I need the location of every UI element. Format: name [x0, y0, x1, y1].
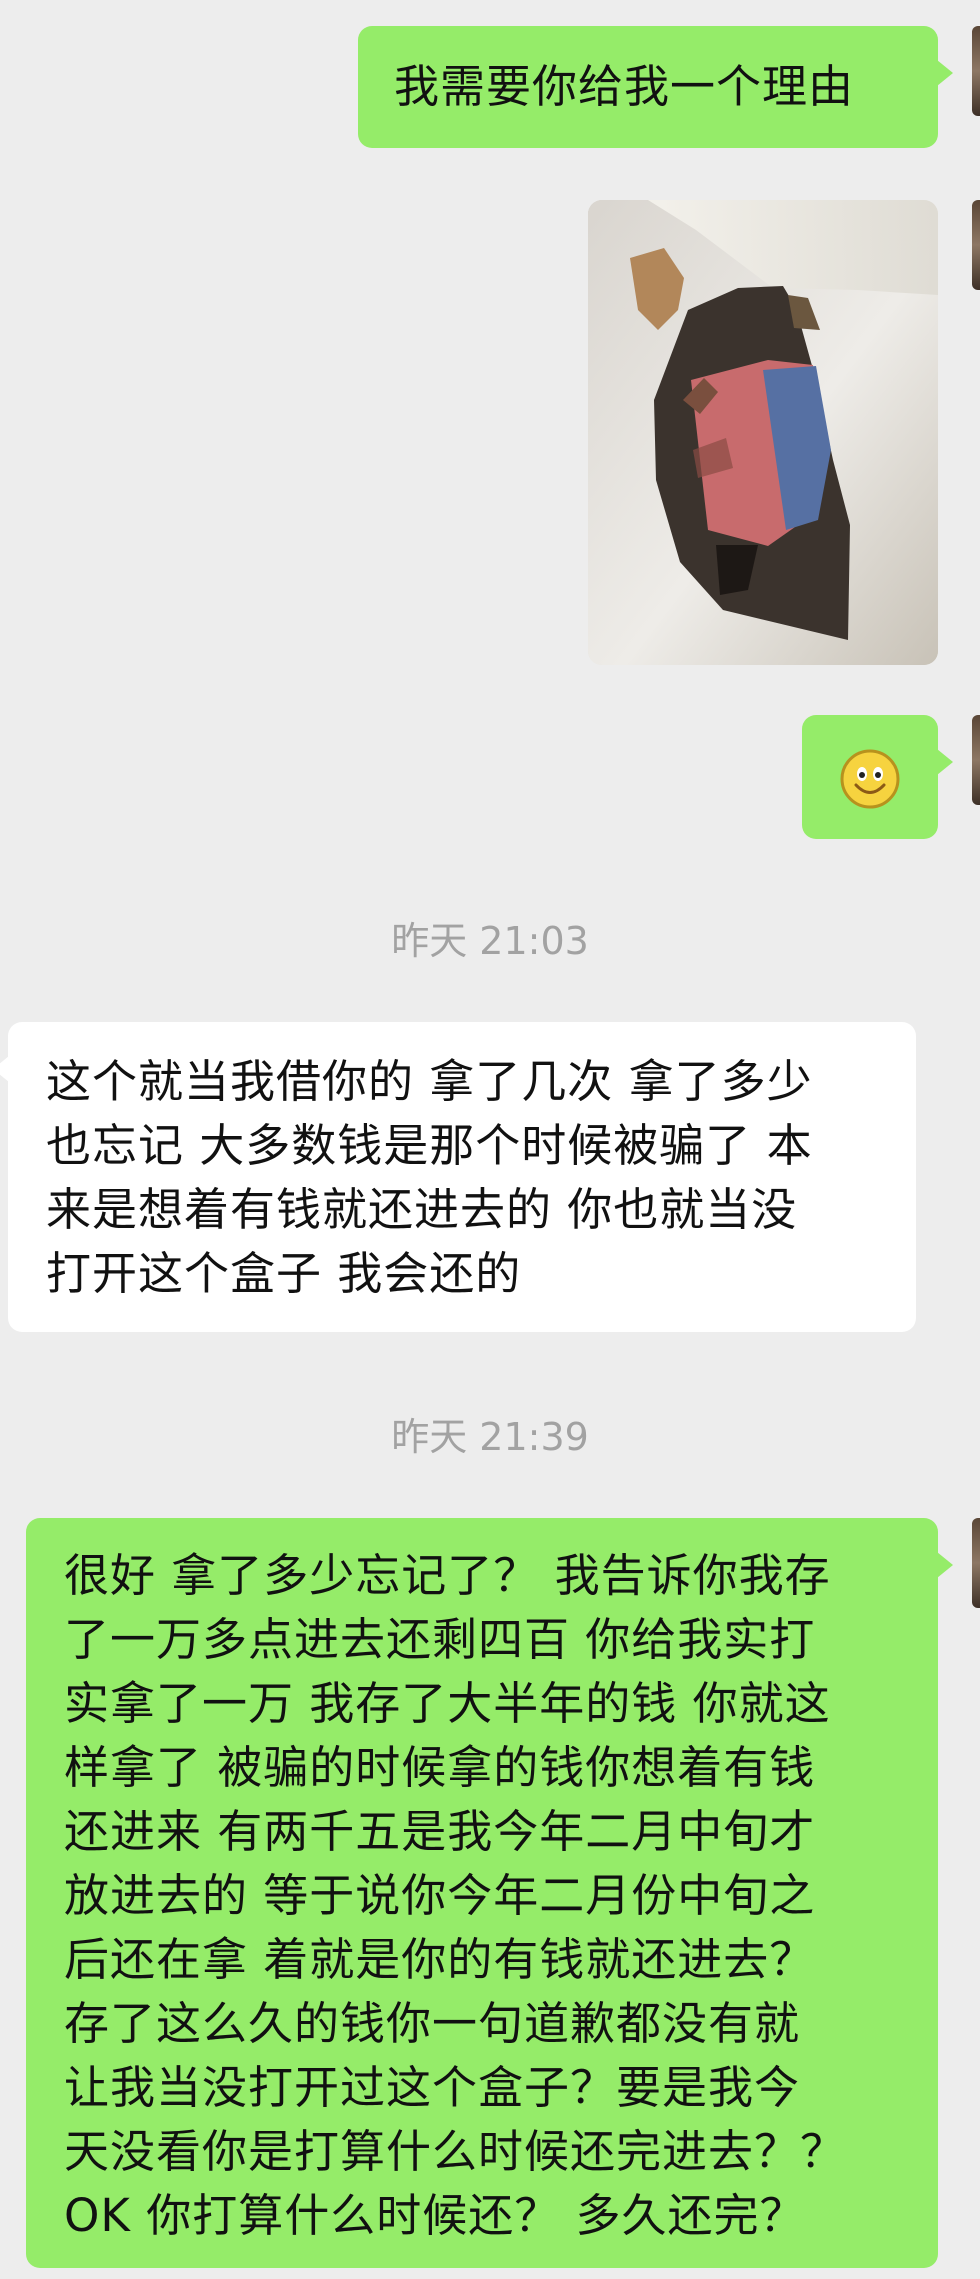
message-line: OK 你打算什么时候还？ 多久还完？: [64, 2189, 806, 2242]
message-line: 放进去的 等于说你今年二月份中旬之: [64, 1869, 816, 1922]
emoji-message[interactable]: [802, 715, 953, 839]
message-line: 让我当没打开过这个盒子？要是我今: [64, 2061, 801, 2114]
message-text: 我需要你给我一个理由: [394, 60, 855, 113]
outgoing-text-bubble[interactable]: 我需要你给我一个理由: [358, 26, 953, 148]
timestamp: 昨天 21:03: [391, 919, 589, 963]
incoming-text-bubble[interactable]: 这个就当我借你的 拿了几次 拿了多少 也忘记 大多数钱是那个时候被骗了 本 来是…: [0, 1022, 916, 1332]
message-line: 后还在拿 着就是你的有钱就还进去？: [64, 1933, 816, 1986]
message-line: 打开这个盒子 我会还的: [46, 1247, 522, 1300]
smile-emoji-icon: [840, 749, 900, 809]
message-line: 也忘记 大多数钱是那个时候被骗了 本: [46, 1119, 813, 1172]
message-line: 存了这么久的钱你一句道歉都没有就: [64, 1997, 801, 2050]
photo-image: [588, 200, 938, 665]
message-line: 天没看你是打算什么时候还完进去？？: [64, 2125, 847, 2178]
message-line: 了一万多点进去还剩四百 你给我实打: [64, 1613, 816, 1666]
message-line: 样拿了 被骗的时候拿的钱你想着有钱: [64, 1741, 816, 1794]
outgoing-text-bubble[interactable]: 很好 拿了多少忘记了？ 我告诉你我存 了一万多点进去还剩四百 你给我实打 实拿了…: [26, 1518, 953, 2268]
avatar[interactable]: [972, 715, 980, 805]
avatar[interactable]: [972, 200, 980, 290]
message-line: 很好 拿了多少忘记了？ 我告诉你我存: [64, 1549, 831, 1602]
avatar[interactable]: [972, 1518, 980, 1608]
message-line: 这个就当我借你的 拿了几次 拿了多少: [46, 1055, 813, 1108]
timestamp: 昨天 21:39: [391, 1415, 589, 1459]
avatar[interactable]: [972, 26, 980, 116]
chat-window: 我需要你给我一个理由 昨天 21:03 这个就当我借你的 拿了几次 拿了多少 也…: [0, 0, 980, 2279]
message-line: 实拿了一万 我存了大半年的钱 你就这: [64, 1677, 831, 1730]
message-line: 来是想着有钱就还进去的 你也就当没: [46, 1183, 798, 1236]
image-message[interactable]: [588, 200, 938, 665]
message-line: 还进来 有两千五是我今年二月中旬才: [64, 1805, 816, 1858]
